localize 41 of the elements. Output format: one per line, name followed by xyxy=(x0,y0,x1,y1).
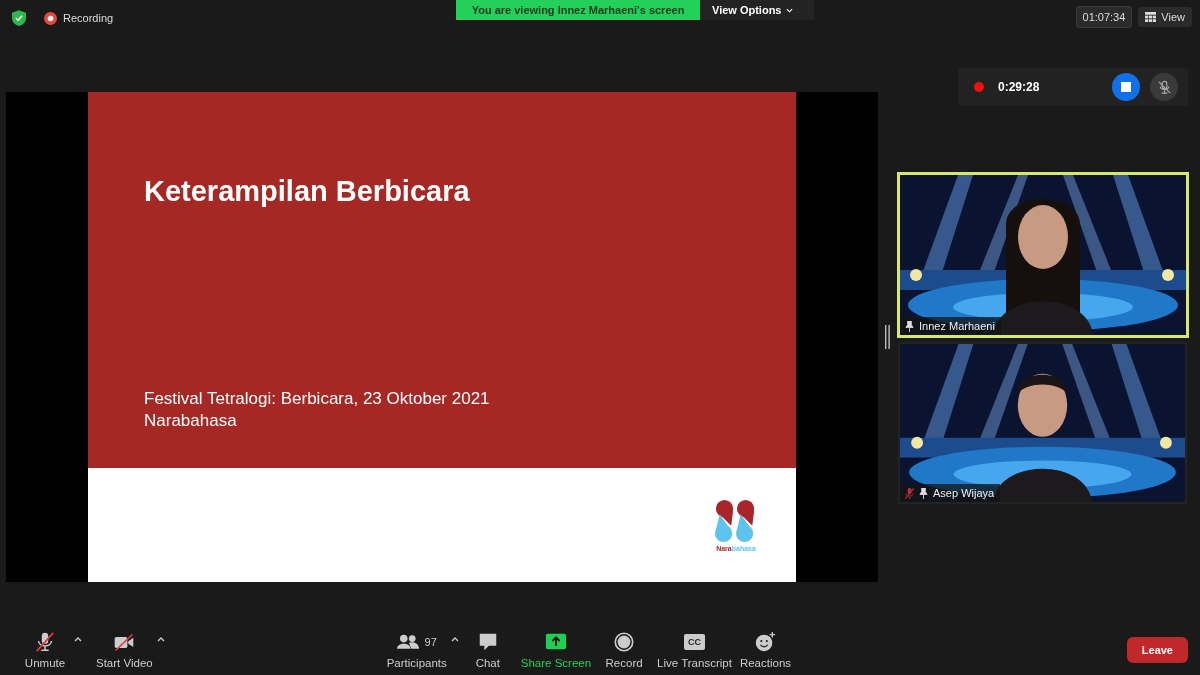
slide-subtitle: Festival Tetralogi: Berbicara, 23 Oktober 2021 xyxy=(144,388,491,410)
microphone-icon xyxy=(34,631,56,653)
caret-icon[interactable] xyxy=(156,637,165,642)
shield-icon[interactable] xyxy=(12,10,26,26)
slide-title: Keterampilan Berbicara xyxy=(144,175,471,208)
viewing-banner: You are viewing Innez Marhaeni's screen xyxy=(456,0,700,20)
splitter-handle[interactable] xyxy=(884,325,890,349)
share-button[interactable]: Share Screen xyxy=(516,627,596,673)
pin-icon xyxy=(919,487,928,499)
leave-button[interactable]: Leave xyxy=(1126,637,1188,663)
record-button[interactable]: Record xyxy=(595,627,654,673)
view-button[interactable]: View xyxy=(1138,7,1192,27)
stop-recording-button[interactable] xyxy=(1112,73,1140,101)
caret-icon[interactable] xyxy=(450,637,459,642)
participant-name: Asep Wijaya xyxy=(933,487,995,499)
record-icon xyxy=(613,631,636,653)
recording-dot-icon xyxy=(974,82,984,92)
start-video-button[interactable]: Start Video xyxy=(92,627,157,673)
recording-elapsed: 0:29:28 xyxy=(998,80,1040,94)
recording-label: Recording xyxy=(63,12,114,24)
meeting-timer: 01:07:34 xyxy=(1075,6,1133,28)
cc-button[interactable]: CC Live Transcript xyxy=(653,627,736,673)
participants-button[interactable]: 97 Participants xyxy=(382,627,451,673)
view-options-button[interactable]: View Options xyxy=(700,0,814,20)
mic-off-button[interactable] xyxy=(1150,73,1178,101)
participant-count: 97 xyxy=(424,636,437,648)
pin-icon xyxy=(905,320,914,332)
chat-button[interactable]: Chat xyxy=(458,627,517,673)
reactions-button[interactable]: Reactions xyxy=(735,627,796,673)
stop-icon xyxy=(1121,82,1131,92)
participant-name: Innez Marhaeni xyxy=(919,320,995,332)
caret-icon[interactable] xyxy=(74,637,82,642)
mic-off-icon xyxy=(1156,79,1172,95)
grid-icon xyxy=(1145,12,1157,22)
cc-icon: CC xyxy=(684,634,705,650)
recording-icon xyxy=(44,11,57,25)
unmute-button[interactable]: Unmute xyxy=(16,627,74,673)
chevron-down-icon xyxy=(786,7,794,13)
slide-subtitle: Narabahasa xyxy=(144,410,238,432)
smiley-plus-icon xyxy=(754,631,777,653)
camera-icon xyxy=(113,631,136,653)
